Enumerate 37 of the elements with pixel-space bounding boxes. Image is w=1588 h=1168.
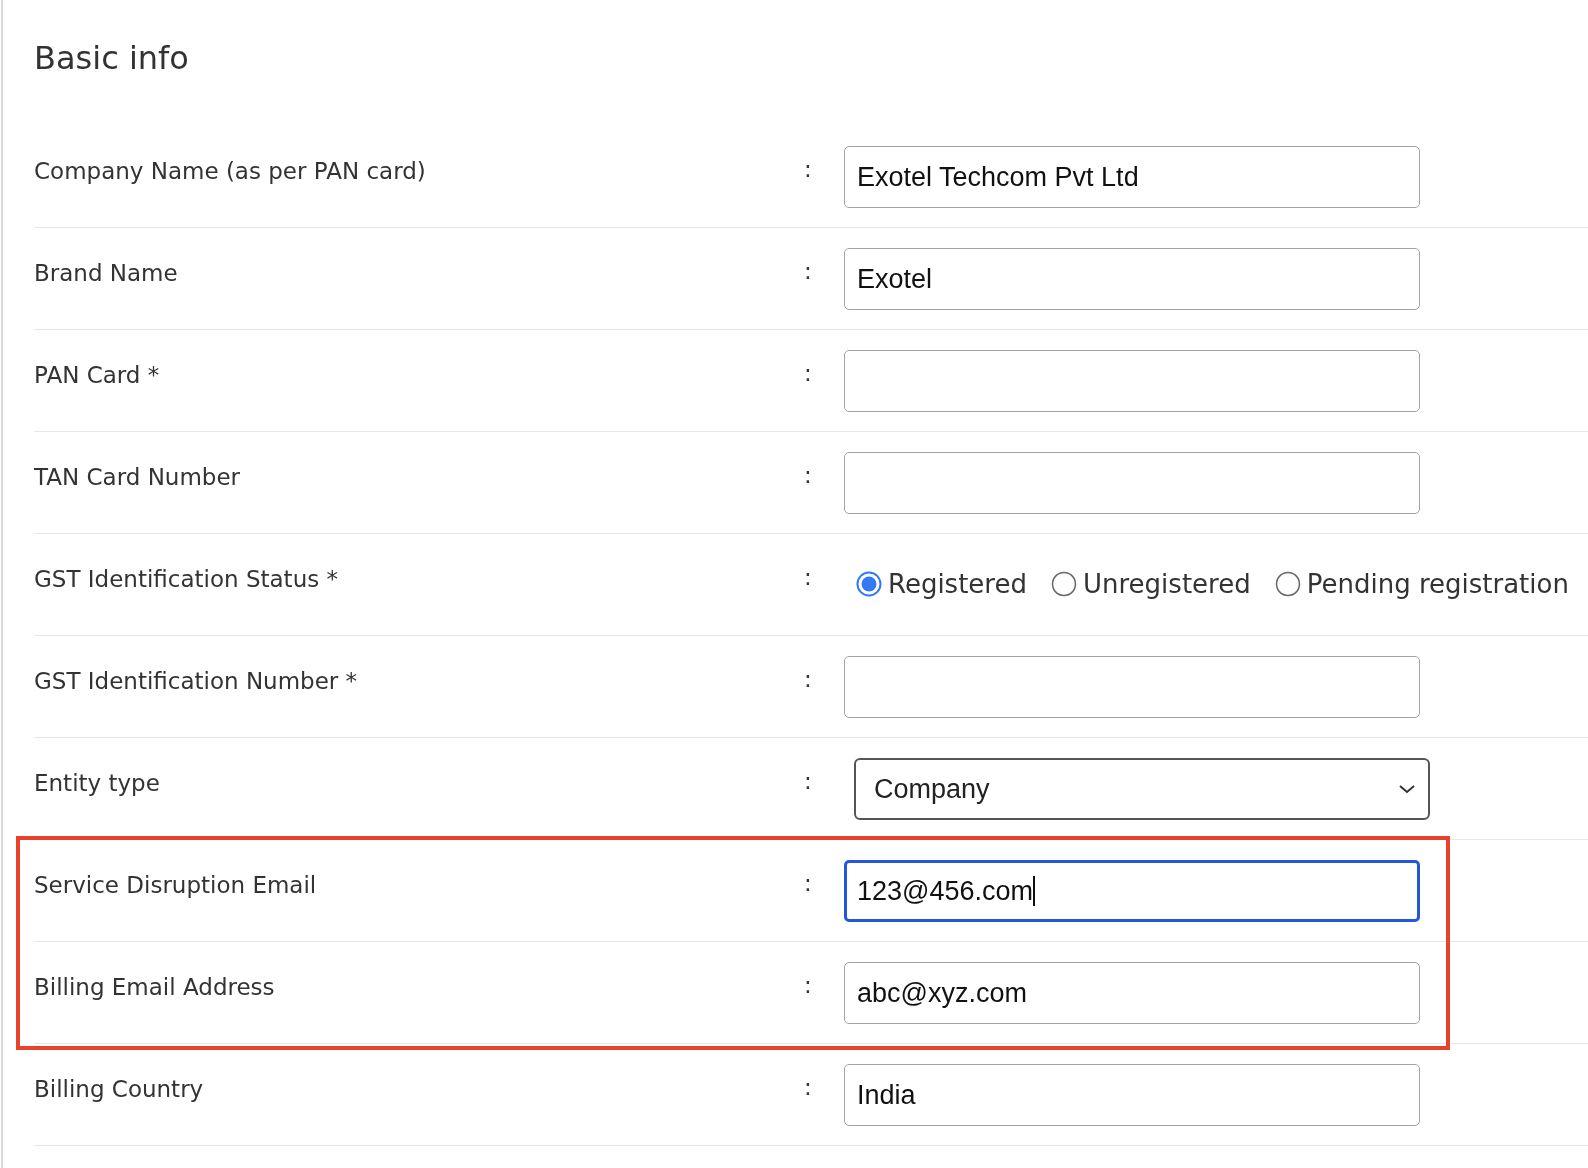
field-label: Company Name (as per PAN card) xyxy=(34,157,427,186)
radio-label[interactable]: Registered xyxy=(888,567,1027,601)
colon: : xyxy=(804,767,813,796)
radio-button[interactable] xyxy=(1274,571,1301,597)
field-label: GST Identification Number * xyxy=(34,667,359,696)
colon: : xyxy=(804,155,813,184)
section-title: Basic info xyxy=(34,38,190,79)
colon: : xyxy=(804,1073,813,1102)
input-field[interactable] xyxy=(844,452,1420,514)
radio-label[interactable]: Pending registration xyxy=(1306,567,1569,601)
chevron-down-icon xyxy=(1398,783,1416,795)
input-field[interactable]: abc@xyz.com xyxy=(844,962,1420,1024)
field-label: GST Identification Status * xyxy=(34,565,339,594)
colon: : xyxy=(804,461,813,490)
colon: : xyxy=(804,563,813,592)
field-label: Billing Email Address xyxy=(34,973,276,1002)
colon: : xyxy=(804,257,813,286)
field-label: Billing Country xyxy=(34,1075,205,1104)
colon: : xyxy=(804,869,813,898)
input-field[interactable] xyxy=(844,350,1420,412)
field-label: Entity type xyxy=(34,769,161,798)
input-field[interactable]: India xyxy=(844,1064,1420,1126)
radio-button[interactable] xyxy=(856,571,882,597)
colon: : xyxy=(804,971,813,1000)
field-label: TAN Card Number xyxy=(34,463,242,492)
colon: : xyxy=(804,665,813,694)
radio-label[interactable]: Unregistered xyxy=(1083,567,1251,601)
input-field[interactable]: Exotel xyxy=(844,248,1420,310)
field-label: Brand Name xyxy=(34,259,179,288)
field-label: PAN Card * xyxy=(34,361,161,390)
input-field[interactable]: 123@456.com xyxy=(844,860,1420,922)
dropdown[interactable]: Company xyxy=(854,758,1430,820)
radio-button[interactable] xyxy=(1051,571,1077,597)
colon: : xyxy=(804,359,813,388)
input-field[interactable]: Exotel Techcom Pvt Ltd xyxy=(844,146,1420,208)
field-label: Service Disruption Email xyxy=(34,871,318,900)
input-field[interactable] xyxy=(844,656,1420,718)
